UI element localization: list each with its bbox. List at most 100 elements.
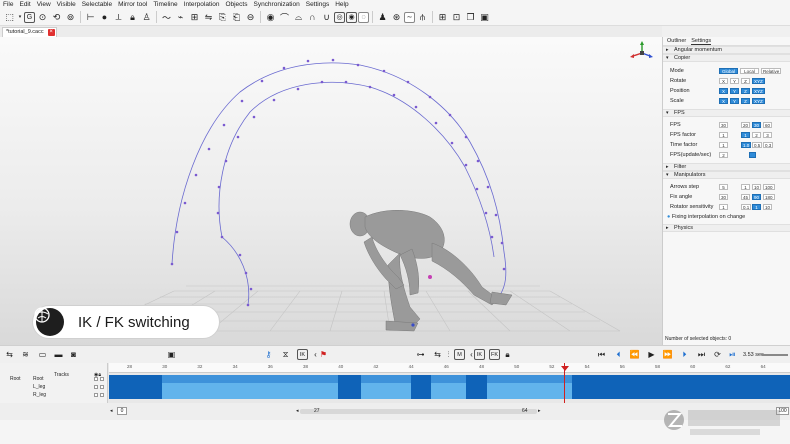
fk-button[interactable]: FK — [489, 349, 501, 360]
character-icon[interactable]: ♙ — [140, 11, 153, 24]
snap-icon[interactable]: ⊢ — [84, 11, 97, 24]
clip-segment[interactable] — [361, 375, 411, 383]
menu-interpolation[interactable]: Interpolation — [184, 1, 220, 8]
setting-option[interactable]: 1 — [741, 132, 750, 138]
wave-icon[interactable]: ≋ — [20, 349, 31, 360]
key-icon[interactable]: ⌁ — [174, 11, 187, 24]
track-lane-l-leg[interactable] — [109, 383, 790, 391]
section-fps[interactable]: ▾ FPS — [663, 109, 790, 117]
setting-option[interactable]: XYZ — [752, 78, 765, 84]
trajectory-icon[interactable]: ◌ — [358, 11, 369, 23]
clip-segment[interactable] — [431, 383, 466, 391]
section-manipulators[interactable]: ▾ Manipulators — [663, 171, 790, 179]
setting-option[interactable]: 1.0 — [741, 142, 752, 148]
menu-file[interactable]: File — [3, 1, 13, 8]
section-filter[interactable]: ▸ Filter — [663, 163, 790, 171]
chevron-left-icon[interactable]: ◂ — [296, 408, 299, 414]
close-icon[interactable]: × — [47, 29, 55, 36]
chevron-left-icon[interactable]: ◂ — [110, 408, 113, 414]
next-frame-icon[interactable]: ⏵ — [679, 349, 690, 360]
track-lane-r-leg[interactable] — [109, 391, 790, 399]
setting-option[interactable]: 0.1 — [741, 204, 752, 210]
speed-slider[interactable] — [762, 354, 788, 356]
setting-option[interactable]: 90 — [752, 194, 762, 200]
pivot-icon[interactable]: ⊚ — [64, 11, 77, 24]
lock-icon[interactable]: 🔒︎ — [126, 11, 139, 24]
grid-icon[interactable]: ⊞ — [436, 11, 449, 24]
setting-option[interactable]: 180 — [763, 194, 775, 200]
setting-option[interactable]: 30 — [752, 122, 762, 128]
setting-value-field[interactable]: 1 — [719, 204, 728, 210]
3d-viewport[interactable]: IK / FK switching — [0, 37, 662, 345]
clip-segment[interactable] — [487, 391, 572, 399]
loop-icon[interactable]: ⟳ — [712, 349, 723, 360]
setting-option[interactable]: Relative — [761, 68, 782, 74]
menu-synchronization[interactable]: Synchronization — [253, 1, 299, 8]
clip-segment[interactable] — [361, 383, 411, 391]
interp-icon[interactable]: ⇆ — [432, 349, 443, 360]
clip-segment[interactable] — [162, 383, 338, 391]
menu-selectable[interactable]: Selectable — [82, 1, 112, 8]
lock-icon[interactable]: 🔒︎ — [502, 349, 513, 360]
ik-toggle-small[interactable]: IK — [297, 349, 308, 360]
play-range-icon[interactable]: ⏯ — [727, 349, 738, 360]
visible-checkbox[interactable] — [94, 393, 98, 397]
setting-option[interactable]: Global — [719, 68, 738, 74]
pin-icon[interactable]: ⟂ — [112, 11, 125, 24]
grid-sync-icon[interactable]: ⊞ — [188, 11, 201, 24]
setting-option[interactable]: X — [719, 88, 728, 94]
prev-frame-icon[interactable]: ⏴ — [613, 349, 624, 360]
setting-option[interactable]: 3 — [763, 132, 772, 138]
clip-segment[interactable] — [431, 391, 466, 399]
lock-checkbox[interactable] — [100, 385, 104, 389]
track-row-root[interactable]: Root Root — [0, 375, 108, 383]
target-icon[interactable]: ◎ — [334, 11, 345, 23]
menu-objects[interactable]: Objects — [225, 1, 247, 8]
wave-icon[interactable]: ∼ — [404, 11, 415, 23]
next-key-icon[interactable]: ⏭ — [696, 349, 707, 360]
point-icon[interactable]: ● — [98, 11, 111, 24]
setting-option[interactable]: 2 — [752, 132, 761, 138]
file-tab[interactable]: *tutorial_9.cacc × — [2, 27, 57, 37]
arc-up-icon[interactable]: ∩ — [306, 11, 319, 24]
setting-value-field[interactable]: 1 — [719, 132, 728, 138]
setting-option[interactable]: X — [719, 78, 728, 84]
menu-settings[interactable]: Settings — [306, 1, 330, 8]
track-row-l-leg[interactable]: L_leg — [0, 383, 108, 391]
setting-option[interactable]: 60 — [763, 122, 773, 128]
setting-option[interactable]: X — [719, 98, 728, 104]
setting-option[interactable]: 10 — [763, 204, 773, 210]
clip-icon[interactable]: ▣ — [166, 349, 177, 360]
step-forward-icon[interactable]: ⏩ — [662, 349, 673, 360]
section-copier[interactable]: ▾ Copier — [663, 54, 790, 62]
adjust-icon[interactable]: ⫶ — [443, 349, 454, 360]
clip-segment[interactable] — [162, 375, 338, 383]
fps-toggle-icon[interactable] — [749, 152, 756, 158]
keyframe-icon[interactable]: ⧖ — [280, 349, 291, 360]
arc-down-icon[interactable]: ∪ — [320, 11, 333, 24]
setting-option[interactable]: Z — [741, 88, 750, 94]
key-icon[interactable]: ⚷ — [263, 349, 274, 360]
track-row-r-leg[interactable]: R_leg — [0, 391, 108, 399]
setting-option[interactable]: 20 — [741, 122, 751, 128]
global-mode-icon[interactable]: G — [24, 11, 35, 23]
step-back-icon[interactable]: ⏪ — [629, 349, 640, 360]
select-rect-icon[interactable]: ⬚ — [3, 11, 16, 24]
layout-icon[interactable]: ⊡ — [450, 11, 463, 24]
menu-help[interactable]: Help — [335, 1, 348, 8]
lock-checkbox[interactable] — [100, 393, 104, 397]
local-mode-icon[interactable]: ⊙ — [36, 11, 49, 24]
section-physics[interactable]: ▸ Physics — [663, 224, 790, 232]
setting-value-field[interactable]: 30 — [719, 122, 728, 128]
reset-pose-icon[interactable]: ⊖ — [244, 11, 257, 24]
chevron-down-icon[interactable]: ▾ — [17, 11, 23, 24]
mirror-icon[interactable]: ⇋ — [202, 11, 215, 24]
flag-icon[interactable]: ⚑ — [318, 349, 329, 360]
lock-checkbox[interactable] — [100, 377, 104, 381]
setting-option[interactable]: Z — [741, 98, 750, 104]
menu-mirror-tool[interactable]: Mirror tool — [118, 1, 147, 8]
chevron-right-icon[interactable]: ▸ — [538, 408, 541, 414]
play-icon[interactable]: ▶ — [646, 349, 657, 360]
fixing-interp-row[interactable]: ● Fixing interpolation on change — [663, 212, 790, 222]
mirror-toggle[interactable]: M — [454, 349, 465, 360]
